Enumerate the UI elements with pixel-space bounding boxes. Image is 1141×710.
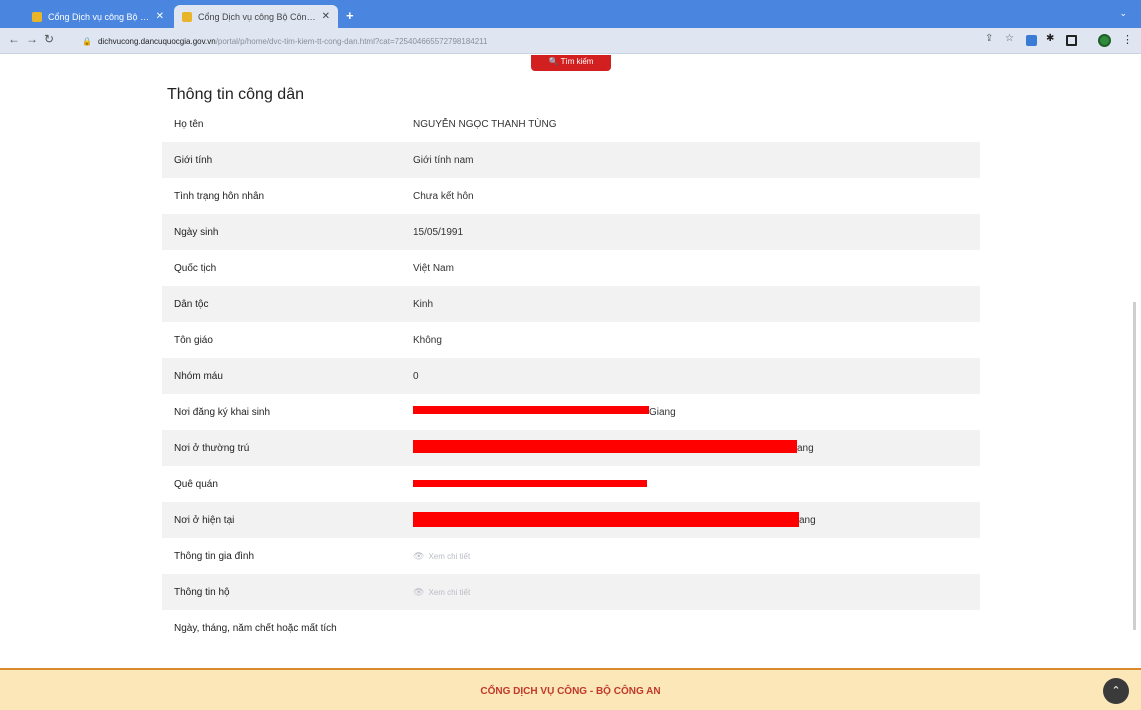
view-details-label: Xem chi tiết <box>428 551 471 561</box>
page-scrollbar[interactable] <box>1133 302 1136 630</box>
table-row: Thông tin hộ 👁 Xem chi tiết <box>162 574 980 610</box>
table-row: Tôn giáo Không <box>162 322 980 358</box>
browser-menu-icon[interactable]: ⋮ <box>1122 33 1133 46</box>
back-icon[interactable]: ← <box>8 32 20 46</box>
row-value: ang <box>797 442 814 454</box>
row-label: Nhóm máu <box>174 370 223 382</box>
address-bar[interactable]: 🔒 dichvucong.dancuquocgia.gov.vn /portal… <box>82 32 942 50</box>
row-value: Chưa kết hôn <box>413 190 474 202</box>
lock-icon: 🔒 <box>82 36 92 46</box>
row-label: Thông tin gia đình <box>174 550 255 562</box>
table-row: Nhóm máu 0 <box>162 358 980 394</box>
redaction-bar <box>413 511 799 527</box>
eye-icon: 👁 <box>413 550 425 561</box>
bookmark-star-icon[interactable]: ☆ <box>1005 33 1016 44</box>
row-value: Giang <box>649 406 676 418</box>
view-details-link[interactable]: 👁 Xem chi tiết <box>413 551 470 562</box>
site-favicon-icon <box>32 11 42 22</box>
row-label: Giới tính <box>174 154 213 166</box>
table-row: Tình trạng hôn nhân Chưa kết hôn <box>162 178 980 214</box>
row-value-redacted: ang <box>413 511 980 527</box>
url-host: dichvucong.dancuquocgia.gov.vn <box>97 36 216 46</box>
row-value-redacted: Giang <box>413 406 980 418</box>
row-label: Ngày, tháng, năm chết hoặc mất tích <box>174 622 337 634</box>
close-tab-icon[interactable]: ✕ <box>322 11 330 22</box>
tab-search-icon[interactable]: ⌄ <box>1119 8 1127 19</box>
table-row: Giới tính Giới tính nam <box>162 142 980 178</box>
row-value: Kinh <box>413 298 434 310</box>
url-path: /portal/p/home/dvc-tim-kiem-tt-cong-dan.… <box>215 36 488 46</box>
row-value-redacted <box>413 479 980 487</box>
row-value: NGUYỄN NGỌC THANH TÙNG <box>413 118 557 130</box>
page-footer: CỔNG DỊCH VỤ CÔNG - BỘ CÔNG AN <box>0 668 1141 710</box>
back-to-top-button[interactable]: ⌃ <box>1103 678 1129 704</box>
page-title: Thông tin công dân <box>167 86 304 103</box>
row-value: Việt Nam <box>413 262 454 274</box>
row-label: Họ tên <box>174 118 204 130</box>
footer-text: CỔNG DỊCH VỤ CÔNG - BỘ CÔNG AN <box>480 686 661 697</box>
row-value-redacted: ang <box>413 439 980 454</box>
close-tab-icon[interactable]: ✕ <box>156 11 164 22</box>
browser-toolbar: ← → ↻ 🔒 dichvucong.dancuquocgia.gov.vn /… <box>0 28 1141 54</box>
table-row: Nơi ở thường trú ang <box>162 430 980 466</box>
view-details-label: Xem chi tiết <box>428 587 471 597</box>
redaction-bar <box>413 479 647 487</box>
site-favicon-icon <box>182 11 192 22</box>
view-details-link[interactable]: 👁 Xem chi tiết <box>413 587 470 598</box>
row-label: Nơi ở thường trú <box>174 442 250 454</box>
row-label: Tôn giáo <box>174 334 213 346</box>
table-row: Dân tộc Kinh <box>162 286 980 322</box>
table-row: Quê quán <box>162 466 980 502</box>
profile-avatar[interactable] <box>1098 34 1111 47</box>
eye-icon: 👁 <box>413 586 425 597</box>
table-row: Họ tên NGUYỄN NGỌC THANH TÙNG <box>162 106 980 142</box>
row-value: 15/05/1991 <box>413 226 464 238</box>
browser-tab-active[interactable]: Cổng Dịch vụ công Bộ Công A ✕ <box>174 5 338 28</box>
search-button[interactable]: 🔍 Tìm kiếm <box>531 55 611 71</box>
row-value: ang <box>799 514 816 526</box>
side-panel-icon[interactable] <box>1066 35 1077 46</box>
redaction-bar <box>413 406 649 414</box>
table-row: Nơi ở hiện tại ang <box>162 502 980 538</box>
row-label: Quê quán <box>174 478 218 490</box>
redaction-bar <box>413 439 797 453</box>
table-row: Ngày sinh 15/05/1991 <box>162 214 980 250</box>
row-label: Tình trạng hôn nhân <box>174 190 265 202</box>
row-label: Nơi đăng ký khai sinh <box>174 406 271 418</box>
row-label: Dân tộc <box>174 298 209 310</box>
tab-title: Cổng Dịch vụ công Bộ Công A <box>48 11 152 22</box>
new-tab-icon[interactable]: + <box>346 8 354 23</box>
row-value: Không <box>413 334 442 346</box>
row-label: Ngày sinh <box>174 226 219 238</box>
chevron-up-icon: ⌃ <box>1111 685 1121 697</box>
table-row: Thông tin gia đình 👁 Xem chi tiết <box>162 538 980 574</box>
extension-icon[interactable] <box>1026 35 1037 46</box>
forward-icon[interactable]: → <box>26 32 38 46</box>
puzzle-extensions-icon[interactable]: ✱ <box>1046 33 1057 44</box>
row-label: Nơi ở hiện tại <box>174 514 235 526</box>
table-row: Quốc tịch Việt Nam <box>162 250 980 286</box>
row-value: 0 <box>413 370 419 382</box>
search-icon: 🔍 <box>548 57 561 66</box>
row-label: Thông tin hộ <box>174 586 230 598</box>
browser-tab-bar: Cổng Dịch vụ công Bộ Công A ✕ Cổng Dịch … <box>0 0 1141 28</box>
citizen-info-table: Họ tên NGUYỄN NGỌC THANH TÙNG Giới tính … <box>162 106 980 646</box>
row-label: Quốc tịch <box>174 262 217 274</box>
table-row: Ngày, tháng, năm chết hoặc mất tích <box>162 610 980 646</box>
share-icon[interactable]: ⇪ <box>985 33 996 44</box>
tab-title: Cổng Dịch vụ công Bộ Công A <box>198 11 318 22</box>
reload-icon[interactable]: ↻ <box>44 32 54 46</box>
table-row: Nơi đăng ký khai sinh Giang <box>162 394 980 430</box>
browser-tab[interactable]: Cổng Dịch vụ công Bộ Công A ✕ <box>24 5 172 28</box>
row-value: Giới tính nam <box>413 154 474 166</box>
